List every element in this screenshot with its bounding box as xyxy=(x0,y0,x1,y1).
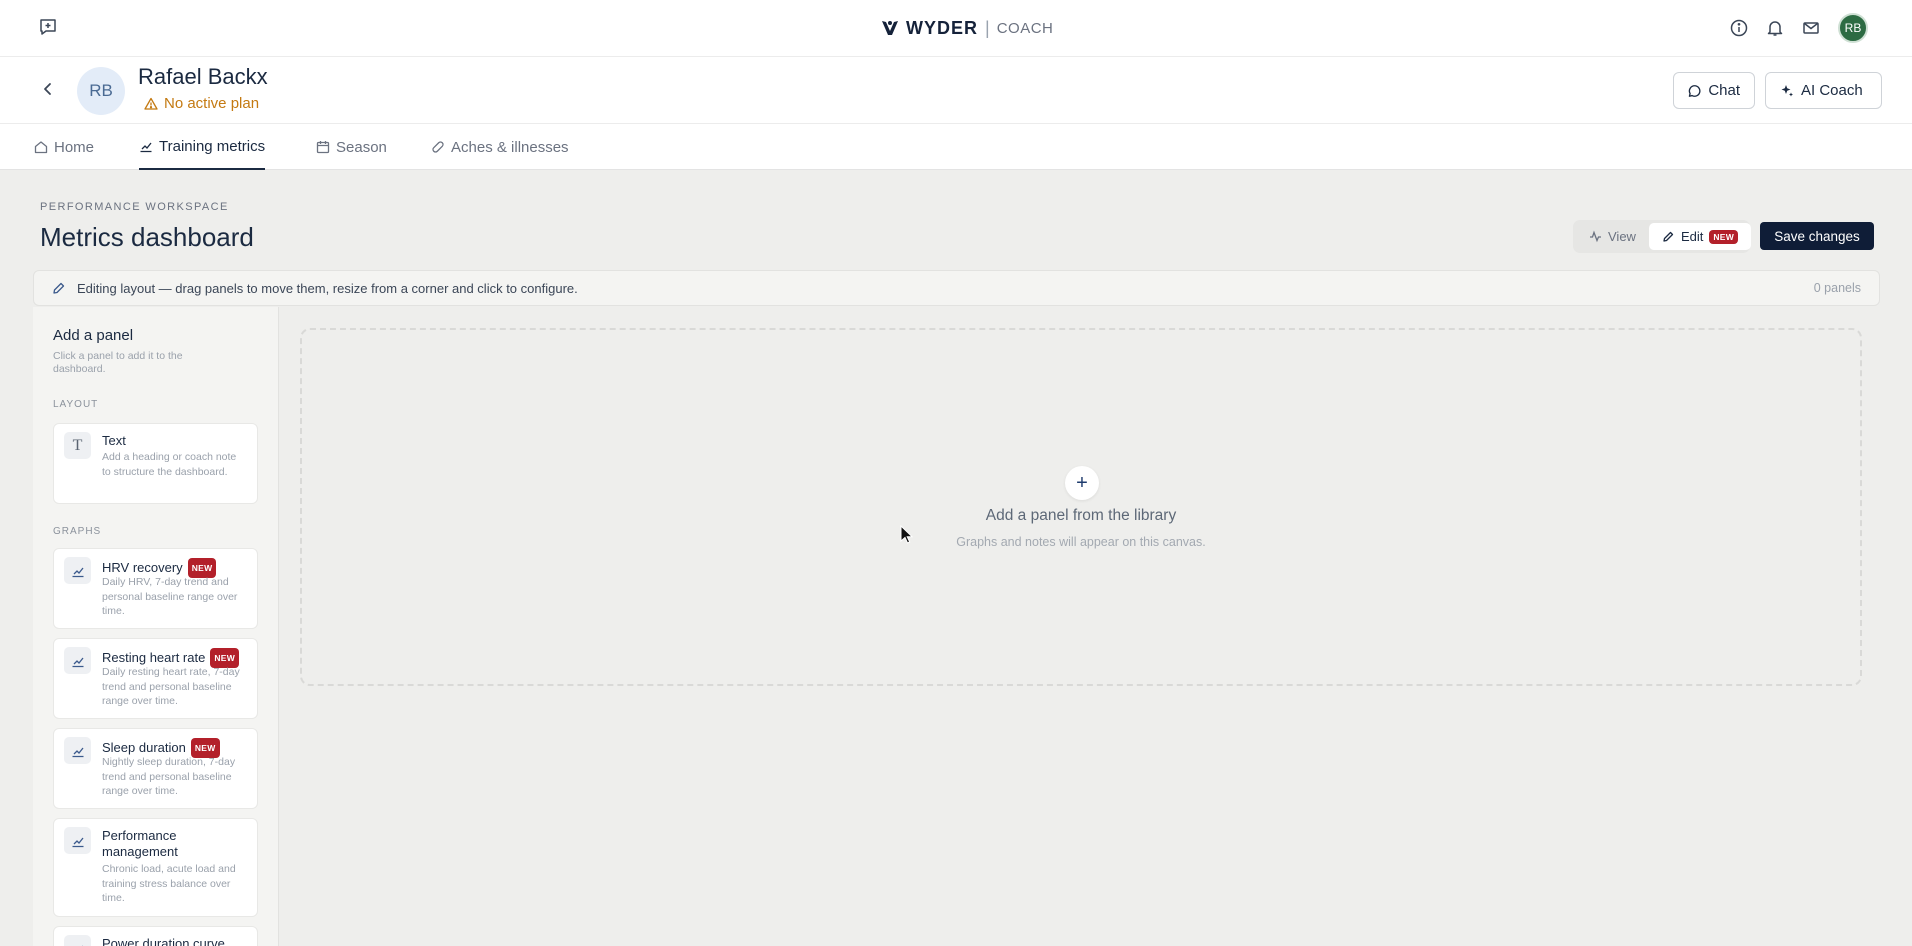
info-icon[interactable] xyxy=(1730,19,1748,37)
tab-home-label: Home xyxy=(54,138,95,156)
canvas-empty-title: Add a panel from the library xyxy=(985,507,1177,524)
athlete-avatar: RB xyxy=(77,67,125,115)
panel-count: 0 panels xyxy=(1813,281,1861,295)
mail-icon[interactable] xyxy=(1802,19,1820,37)
canvas-empty-subtitle: Graphs and notes will appear on this can… xyxy=(956,535,1206,549)
card-title-text: Performance management xyxy=(102,828,178,859)
dashboard-canvas[interactable]: + Add a panel from the library Graphs an… xyxy=(300,328,1862,686)
card-desc: Daily resting heart rate, 7-day trend an… xyxy=(102,666,240,707)
library-card-sleep-duration[interactable]: Sleep duration NEW Nightly sleep duration… xyxy=(53,728,258,809)
library-card-text[interactable]: T Text Add a heading or coach note to st… xyxy=(53,423,258,504)
chart-icon xyxy=(64,827,91,854)
library-subtitle: Click a panel to add it to the dashboard… xyxy=(53,350,183,375)
layout-heading: LAYOUT xyxy=(53,399,99,410)
save-changes-button[interactable]: Save changes xyxy=(1760,222,1874,250)
card-desc: Daily HRV, 7-day trend and personal base… xyxy=(102,576,238,617)
library-card-resting-heart-rate[interactable]: Resting heart rate NEW Daily resting hear… xyxy=(53,638,258,719)
tab-bar: Home Training metrics Season Aches & ill… xyxy=(0,124,1912,170)
tab-season[interactable]: Season xyxy=(316,124,387,170)
page-eyebrow: PERFORMANCE WORKSPACE xyxy=(40,201,229,213)
chat-button[interactable]: Chat xyxy=(1673,72,1755,109)
sparkle-icon xyxy=(1781,84,1793,96)
chart-icon xyxy=(64,647,91,674)
card-title-text: Power duration curve xyxy=(102,936,225,946)
chart-icon xyxy=(64,557,91,584)
card-title-text: Resting heart rate xyxy=(102,650,206,665)
card-title: Power duration curve xyxy=(102,936,225,946)
card-title: Performance management xyxy=(102,828,222,860)
chart-icon xyxy=(64,935,91,946)
card-desc: Add a heading or coach note to structure… xyxy=(102,451,237,478)
home-icon xyxy=(34,141,48,154)
tab-training-metrics[interactable]: Training metrics xyxy=(139,124,266,170)
brand-name: WYDER xyxy=(906,17,978,38)
mode-toggle: View Edit NEW xyxy=(1573,220,1752,253)
chart-icon xyxy=(140,142,152,153)
tab-home[interactable]: Home xyxy=(34,124,94,170)
chart-icon xyxy=(64,737,91,764)
calendar-icon xyxy=(316,141,330,154)
tab-training-metrics-label: Training metrics xyxy=(159,137,266,155)
library-card-hrv-recovery[interactable]: HRV recovery NEW Daily HRV, 7-day trend a… xyxy=(53,548,258,629)
athlete-name: Rafael Backx xyxy=(138,64,268,89)
view-mode-label: View xyxy=(1608,229,1636,244)
ai-coach-label: AI Coach xyxy=(1801,82,1863,99)
chat-label: Chat xyxy=(1708,82,1740,99)
tab-aches-illnesses[interactable]: Aches & illnesses xyxy=(431,124,569,170)
brand-logo[interactable]: WYDER | COACH xyxy=(880,15,1053,41)
top-bar: WYDER | COACH RB xyxy=(0,0,1912,57)
edit-mode-label: Edit xyxy=(1680,229,1704,244)
card-title: Text xyxy=(102,433,126,449)
feedback-icon[interactable] xyxy=(38,17,58,37)
new-badge: NEW xyxy=(1709,229,1739,244)
library-card-performance-management[interactable]: Performance management Chronic load, acu… xyxy=(53,818,258,917)
tab-aches-illnesses-label: Aches & illnesses xyxy=(451,138,569,156)
edit-banner-text: Editing layout — drag panels to move the… xyxy=(77,281,578,296)
card-title-text: HRV recovery xyxy=(102,560,183,575)
add-panel-button[interactable]: + xyxy=(1065,466,1099,500)
warning-icon xyxy=(144,97,158,110)
card-title-text: Sleep duration xyxy=(102,740,186,755)
pencil-icon xyxy=(52,281,66,295)
top-bar-actions: RB xyxy=(1730,13,1868,43)
activity-icon xyxy=(1590,230,1601,243)
brand-separator: | xyxy=(985,17,990,38)
card-desc: Chronic load, acute load and training st… xyxy=(102,863,236,904)
library-card-power-duration-curve[interactable]: Power duration curve xyxy=(53,926,258,946)
user-avatar[interactable]: RB xyxy=(1838,13,1868,43)
edit-banner: Editing layout — drag panels to move the… xyxy=(33,270,1880,306)
page-title: Metrics dashboard xyxy=(40,222,254,252)
athlete-header: RB Rafael Backx No active plan Chat AI C… xyxy=(0,57,1912,124)
view-mode-button[interactable]: View xyxy=(1576,223,1649,250)
text-icon: T xyxy=(64,432,91,459)
graphs-heading: GRAPHS xyxy=(53,526,102,537)
mouse-cursor-icon xyxy=(900,525,914,545)
brand-sub: COACH xyxy=(996,19,1054,37)
brand-mark-icon xyxy=(882,21,898,35)
edit-mode-button[interactable]: Edit NEW xyxy=(1648,223,1752,250)
plan-status: No active plan xyxy=(144,95,259,112)
plan-status-label: No active plan xyxy=(164,95,260,112)
ai-coach-button[interactable]: AI Coach xyxy=(1765,72,1882,109)
bandage-icon xyxy=(432,141,444,153)
card-desc: Nightly sleep duration, 7-day trend and … xyxy=(102,756,236,797)
card-title-text: Text xyxy=(102,433,126,448)
tab-season-label: Season xyxy=(336,138,387,156)
pencil-icon xyxy=(1663,231,1674,242)
library-title: Add a panel xyxy=(53,327,134,344)
chat-icon xyxy=(1688,84,1701,97)
bell-icon[interactable] xyxy=(1766,19,1784,37)
back-icon[interactable] xyxy=(40,81,56,97)
panel-library: Add a panel Click a panel to add it to t… xyxy=(33,307,279,946)
